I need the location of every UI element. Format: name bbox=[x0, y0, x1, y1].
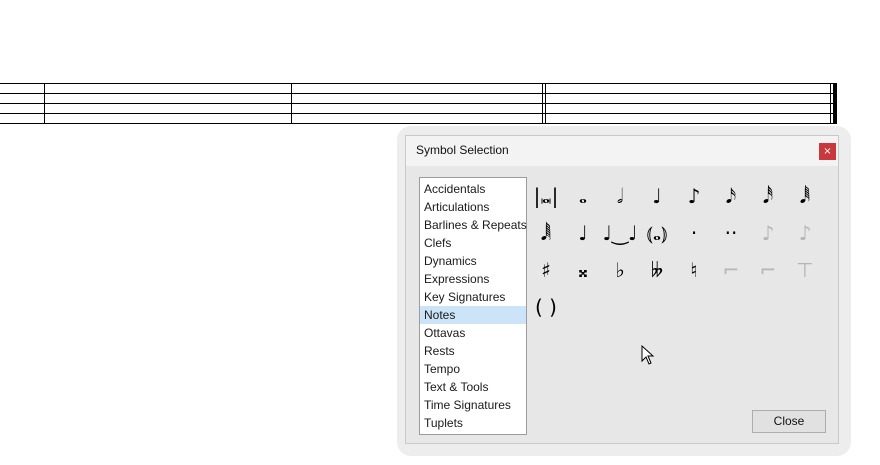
acciaccatura-icon: ♪ bbox=[798, 221, 812, 245]
category-item-clefs[interactable]: Clefs bbox=[420, 234, 526, 252]
tied-notes-icon[interactable]: ♩‿♩ bbox=[602, 215, 638, 251]
flat-icon[interactable]: ♭ bbox=[602, 252, 638, 288]
barline bbox=[44, 83, 45, 124]
sharp-icon[interactable]: ♯ bbox=[528, 252, 564, 288]
staff-line bbox=[0, 123, 835, 124]
hundred-twenty-eighth-note-icon[interactable]: 𝅘𝅥𝅲 bbox=[528, 215, 564, 251]
close-button[interactable]: Close bbox=[752, 410, 826, 433]
sixty-fourth-note-icon[interactable]: 𝅘𝅥𝅱 bbox=[787, 178, 823, 214]
category-item-ottavas[interactable]: Ottavas bbox=[420, 324, 526, 342]
chord-icon[interactable]: ♩ bbox=[565, 215, 601, 251]
category-item-barlines-repeats[interactable]: Barlines & Repeats bbox=[420, 216, 527, 234]
category-item-key-signatures[interactable]: Key Signatures bbox=[420, 288, 526, 306]
mouse-cursor-icon bbox=[641, 345, 655, 365]
dot-icon[interactable]: · bbox=[676, 215, 712, 251]
tied-chord-icon[interactable]: ⦅𝅝⦆ bbox=[639, 215, 675, 251]
flag-up-icon: ⌐ bbox=[722, 258, 740, 282]
quarter-note-icon[interactable]: ♩ bbox=[639, 178, 675, 214]
sixteenth-note-icon[interactable]: 𝅘𝅥𝅯 bbox=[713, 178, 749, 214]
barline bbox=[291, 83, 292, 124]
symbol-selection-dialog: Symbol Selection × Accidentals Articulati… bbox=[405, 135, 839, 444]
eighth-note-icon[interactable]: ♪ bbox=[676, 178, 712, 214]
category-item-expressions[interactable]: Expressions bbox=[420, 270, 526, 288]
beam-icon: ⊤ bbox=[796, 258, 814, 282]
score-staff[interactable] bbox=[0, 83, 838, 124]
category-item-dynamics[interactable]: Dynamics bbox=[420, 252, 526, 270]
staff-line bbox=[0, 103, 835, 104]
category-item-notes[interactable]: Notes bbox=[420, 306, 526, 324]
breve-note-icon[interactable]: |𝅜| bbox=[528, 178, 564, 214]
thirty-second-note-icon[interactable]: 𝅘𝅥𝅰 bbox=[750, 178, 786, 214]
half-note-icon[interactable]: 𝅗𝅥 bbox=[602, 178, 638, 214]
double-sharp-icon[interactable]: 𝄪 bbox=[565, 252, 601, 288]
flag-down-icon: ⌐ bbox=[759, 258, 777, 282]
staff-line bbox=[0, 93, 835, 94]
dialog-titlebar[interactable]: Symbol Selection × bbox=[406, 136, 838, 166]
category-item-accidentals[interactable]: Accidentals bbox=[420, 180, 526, 198]
staff-line bbox=[0, 83, 835, 84]
barline bbox=[830, 83, 831, 124]
grace-note-icon: ♪ bbox=[761, 221, 775, 245]
category-list[interactable]: Accidentals Articulations Barlines & Repea… bbox=[419, 177, 527, 435]
category-item-time-signatures[interactable]: Time Signatures bbox=[420, 396, 526, 414]
barline bbox=[542, 83, 543, 124]
whole-note-icon[interactable]: 𝅝 bbox=[565, 178, 601, 214]
category-item-tempo[interactable]: Tempo bbox=[420, 360, 526, 378]
barline bbox=[545, 83, 546, 124]
category-item-articulations[interactable]: Articulations bbox=[420, 198, 526, 216]
category-item-text-tools[interactable]: Text & Tools bbox=[420, 378, 526, 396]
natural-icon[interactable]: ♮ bbox=[676, 252, 712, 288]
staff-line bbox=[0, 113, 835, 114]
double-dot-icon[interactable]: ·· bbox=[713, 215, 749, 251]
close-icon[interactable]: × bbox=[819, 143, 836, 160]
final-barline bbox=[833, 83, 837, 124]
parentheses-icon[interactable]: ( ) bbox=[528, 289, 564, 325]
symbol-grid: |𝅜| 𝅝 𝅗𝅥 ♩ ♪ 𝅘𝅥𝅯 𝅘𝅥𝅰 𝅘𝅥𝅱 𝅘𝅥𝅲 ♩ ♩‿♩ ⦅𝅝⦆ · ·· ♪ ♪ ♯ 𝄪 ♭ 𝄫 ♮ ⌐ ⌐ ⊤… bbox=[528, 178, 828, 328]
double-flat-icon[interactable]: 𝄫 bbox=[639, 252, 675, 288]
category-item-tuplets[interactable]: Tuplets bbox=[420, 414, 526, 432]
category-item-rests[interactable]: Rests bbox=[420, 342, 526, 360]
dialog-title: Symbol Selection bbox=[416, 143, 509, 157]
